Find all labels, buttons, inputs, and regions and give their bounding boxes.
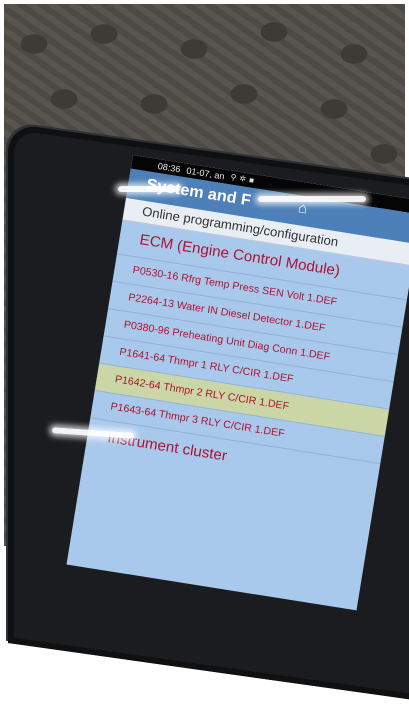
- screen-glare: [258, 196, 366, 202]
- settings-icon: ✲: [238, 173, 247, 184]
- notification-icon: ■: [248, 175, 255, 186]
- dtc-list: ECM (Engine Control Module) P0530-16 Rfr…: [85, 220, 409, 497]
- screen-glare: [118, 186, 180, 192]
- usb-icon: ⚲: [229, 172, 238, 183]
